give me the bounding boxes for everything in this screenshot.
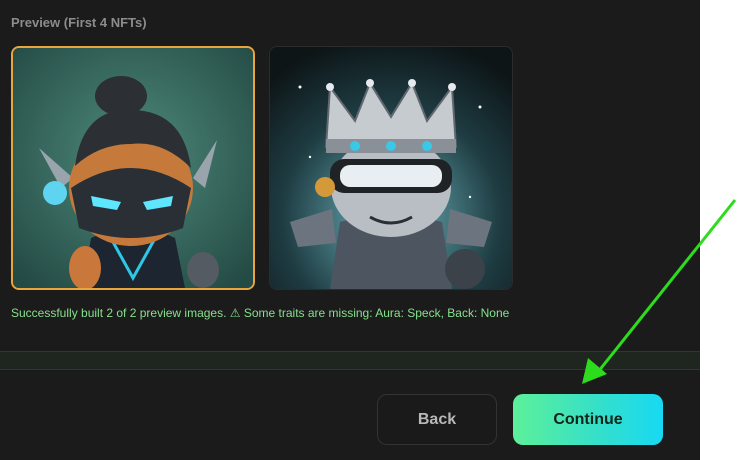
build-status-message: Successfully built 2 of 2 preview images…: [11, 306, 510, 320]
preview-title: Preview (First 4 NFTs): [11, 15, 147, 30]
nft-character-king-image: [270, 47, 512, 289]
nft-character-ninja-image: [13, 48, 253, 288]
continue-button[interactable]: Continue: [513, 394, 663, 445]
preview-panel: Preview (First 4 NFTs) Successfully buil…: [0, 0, 700, 460]
back-button[interactable]: Back: [377, 394, 497, 445]
divider-band: [0, 351, 700, 370]
preview-image-1[interactable]: [11, 46, 255, 290]
preview-image-2[interactable]: [269, 46, 513, 290]
